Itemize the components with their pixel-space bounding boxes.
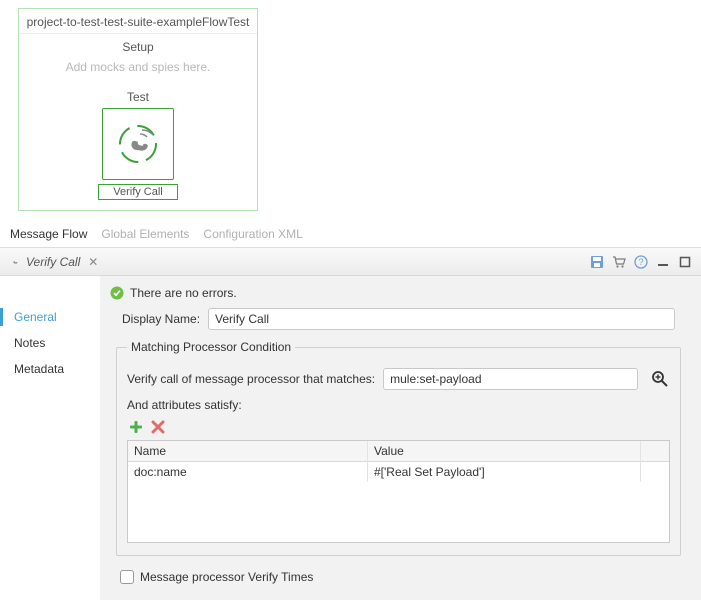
add-icon[interactable] bbox=[127, 418, 145, 436]
help-icon[interactable]: ? bbox=[633, 254, 649, 270]
properties-title: Verify Call bbox=[26, 255, 80, 269]
cell-name[interactable]: doc:name bbox=[128, 462, 368, 482]
verify-times-checkbox[interactable] bbox=[120, 570, 134, 584]
cell-spacer bbox=[641, 462, 669, 482]
verify-times-row[interactable]: Message processor Verify Times bbox=[120, 570, 681, 584]
table-row[interactable]: doc:name #['Real Set Payload'] bbox=[128, 462, 669, 482]
svg-text:?: ? bbox=[638, 257, 643, 267]
close-icon[interactable]: ✕ bbox=[88, 255, 98, 269]
matching-condition-group: Matching Processor Condition Verify call… bbox=[116, 340, 681, 556]
tab-message-flow[interactable]: Message Flow bbox=[10, 227, 87, 241]
flow-container[interactable]: project-to-test-test-suite-exampleFlowTe… bbox=[18, 8, 258, 211]
display-name-input[interactable] bbox=[208, 308, 675, 330]
table-header: Name Value bbox=[128, 441, 669, 462]
sidetab-notes[interactable]: Notes bbox=[14, 330, 100, 356]
verify-call-icon bbox=[110, 116, 166, 172]
editor-bottom-tabs: Message Flow Global Elements Configurati… bbox=[0, 223, 701, 247]
setup-hint: Add mocks and spies here. bbox=[19, 54, 257, 84]
search-plus-icon[interactable] bbox=[650, 369, 670, 389]
verify-times-label: Message processor Verify Times bbox=[140, 570, 313, 584]
matching-legend: Matching Processor Condition bbox=[127, 340, 295, 354]
attributes-label: And attributes satisfy: bbox=[127, 398, 670, 412]
col-spacer bbox=[641, 441, 669, 462]
display-name-label: Display Name: bbox=[122, 312, 200, 326]
attributes-table[interactable]: Name Value doc:name #['Real Set Payload'… bbox=[127, 440, 670, 543]
attributes-toolbar bbox=[127, 418, 670, 436]
node-caption: Verify Call bbox=[98, 184, 178, 200]
sidetab-general[interactable]: General bbox=[14, 304, 100, 330]
cell-value[interactable]: #['Real Set Payload'] bbox=[368, 462, 641, 482]
check-icon bbox=[110, 286, 124, 300]
tab-configuration-xml[interactable]: Configuration XML bbox=[203, 227, 302, 241]
properties-sidetabs: General Notes Metadata bbox=[0, 276, 100, 600]
verify-processor-label: Verify call of message processor that ma… bbox=[127, 372, 375, 386]
status-bar: There are no errors. bbox=[110, 286, 687, 300]
maximize-icon[interactable] bbox=[677, 254, 693, 270]
tab-global-elements[interactable]: Global Elements bbox=[101, 227, 189, 241]
verify-call-icon bbox=[8, 255, 22, 269]
verify-call-node-icon[interactable] bbox=[102, 108, 174, 180]
flow-canvas: project-to-test-test-suite-exampleFlowTe… bbox=[0, 0, 701, 223]
general-form: There are no errors. Display Name: Match… bbox=[100, 276, 701, 600]
sidetab-metadata[interactable]: Metadata bbox=[14, 356, 100, 382]
setup-section-label: Setup bbox=[19, 40, 257, 54]
col-name[interactable]: Name bbox=[128, 441, 368, 462]
save-icon[interactable] bbox=[589, 254, 605, 270]
delete-icon[interactable] bbox=[149, 418, 167, 436]
properties-panel: Verify Call ✕ ? General Notes bbox=[0, 247, 701, 600]
flow-node[interactable]: Verify Call bbox=[19, 108, 257, 200]
flow-title: project-to-test-test-suite-exampleFlowTe… bbox=[19, 9, 257, 34]
minimize-icon[interactable] bbox=[655, 254, 671, 270]
cart-icon[interactable] bbox=[611, 254, 627, 270]
verify-processor-input[interactable] bbox=[383, 368, 638, 390]
status-text: There are no errors. bbox=[130, 286, 237, 300]
test-section-label: Test bbox=[19, 90, 257, 104]
col-value[interactable]: Value bbox=[368, 441, 641, 462]
properties-header: Verify Call ✕ ? bbox=[0, 248, 701, 276]
